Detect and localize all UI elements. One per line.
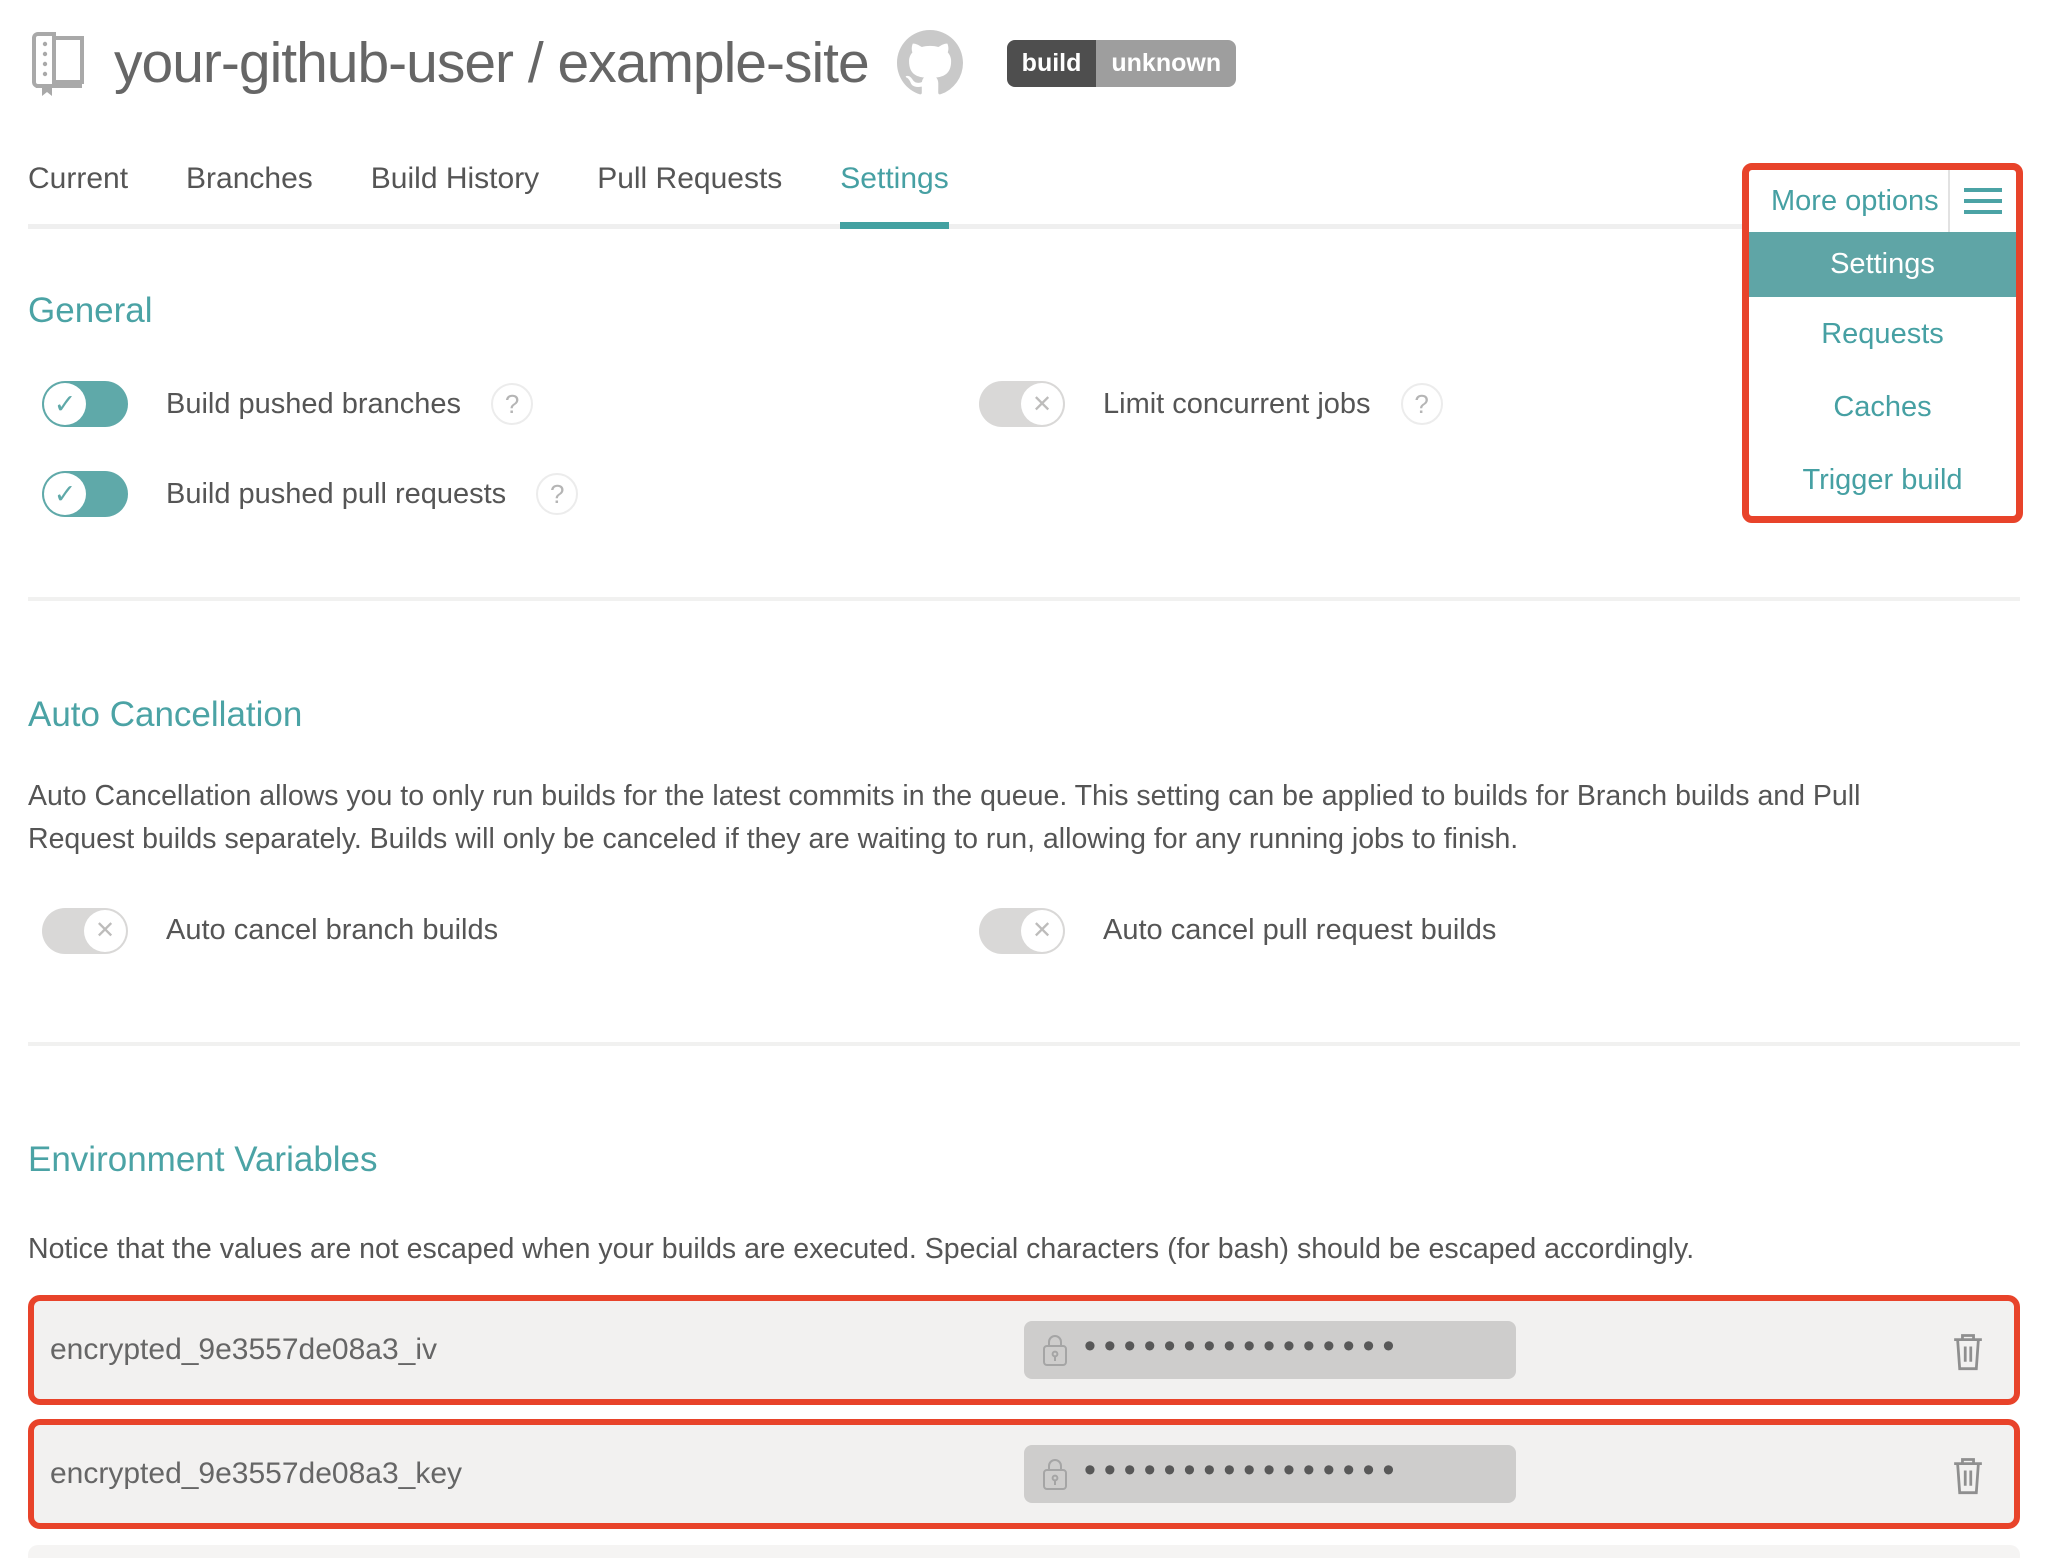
lock-icon [1042,1457,1068,1491]
build-pushed-branches-toggle[interactable]: ✓ [42,381,128,427]
lock-icon [1042,1333,1068,1367]
help-question-icon[interactable]: ? [536,473,578,515]
auto-cancellation-toggle-row: ✕ Auto cancel branch builds ✕ Auto cance… [28,908,2020,954]
env-var-row-iv: encrypted_9e3557de08a3_iv ••••••••••••••… [28,1295,2020,1405]
env-var-name-field[interactable]: encrypted_9e3557de08a3_key [34,1457,1024,1491]
page-title: your-github-user / example-site [114,30,869,96]
toggle-label: Auto cancel pull request builds [1103,914,1496,947]
toggle-x-icon: ✕ [84,910,126,952]
tab-build-history[interactable]: Build History [371,162,539,224]
trash-icon[interactable] [1950,1452,1986,1496]
masked-value: •••••••••••••••• [1084,1451,1402,1490]
auto-cancellation-description: Auto Cancellation allows you to only run… [28,775,1938,862]
env-var-row-key: encrypted_9e3557de08a3_key •••••••••••••… [28,1419,2020,1529]
section-divider [28,597,2020,601]
toggle-label: Build pushed branches [166,388,461,421]
build-pushed-pull-requests-setting: ✓ Build pushed pull requests ? [28,471,965,517]
repo-header: your-github-user / example-site build un… [28,30,2020,96]
repo-tabs: Current Branches Build History Pull Requ… [28,162,2020,229]
environment-variables-section-title: Environment Variables [28,1140,2020,1180]
build-pushed-pull-requests-toggle[interactable]: ✓ [42,471,128,517]
general-section-title: General [28,291,2020,331]
menu-item-trigger-build[interactable]: Trigger build [1749,445,2016,516]
hamburger-menu-icon[interactable] [1948,170,2016,232]
next-env-row-partial [28,1545,2020,1558]
auto-cancel-pull-request-builds-toggle[interactable]: ✕ [979,908,1065,954]
repo-book-icon [32,30,88,96]
environment-variables-notice: Notice that the values are not escaped w… [28,1228,2020,1271]
trash-icon[interactable] [1950,1328,1986,1372]
toggle-x-icon: ✕ [1021,910,1063,952]
section-divider [28,1042,2020,1046]
toggle-check-icon: ✓ [44,383,86,425]
badge-label: build [1007,40,1097,87]
tab-current[interactable]: Current [28,162,128,224]
limit-concurrent-jobs-setting: ✕ Limit concurrent jobs ? [965,381,1443,427]
build-pushed-branches-setting: ✓ Build pushed branches ? [28,381,965,427]
tab-pull-requests[interactable]: Pull Requests [597,162,782,224]
toggle-label: Limit concurrent jobs [1103,388,1371,421]
more-options-dropdown: More options Settings Requests Caches Tr… [1742,163,2023,523]
badge-status: unknown [1096,40,1236,87]
auto-cancel-branch-builds-toggle[interactable]: ✕ [42,908,128,954]
toggle-label: Build pushed pull requests [166,478,506,511]
general-toggle-row-1: ✓ Build pushed branches ? ✕ Limit concur… [28,381,2020,427]
build-status-badge: build unknown [1007,40,1236,87]
more-options-button[interactable]: More options [1749,170,1948,232]
menu-item-settings[interactable]: Settings [1749,232,2016,297]
toggle-label: Auto cancel branch builds [166,914,498,947]
env-var-value-field[interactable]: •••••••••••••••• [1024,1445,1516,1503]
help-question-icon[interactable]: ? [1401,383,1443,425]
toggle-check-icon: ✓ [44,473,86,515]
toggle-x-icon: ✕ [1021,383,1063,425]
menu-item-caches[interactable]: Caches [1749,372,2016,443]
github-logo-icon [897,30,963,96]
tab-settings[interactable]: Settings [840,162,948,229]
tab-branches[interactable]: Branches [186,162,313,224]
menu-item-requests[interactable]: Requests [1749,299,2016,370]
env-var-value-field[interactable]: •••••••••••••••• [1024,1321,1516,1379]
env-var-name-field[interactable]: encrypted_9e3557de08a3_iv [34,1333,1024,1367]
help-question-icon[interactable]: ? [491,383,533,425]
limit-concurrent-jobs-toggle[interactable]: ✕ [979,381,1065,427]
auto-cancel-branch-builds-setting: ✕ Auto cancel branch builds [28,908,965,954]
auto-cancellation-section-title: Auto Cancellation [28,695,2020,735]
settings-page: your-github-user / example-site build un… [0,0,2048,1558]
more-options-header: More options [1749,170,2016,232]
auto-cancel-pull-request-builds-setting: ✕ Auto cancel pull request builds [965,908,1496,954]
masked-value: •••••••••••••••• [1084,1327,1402,1366]
general-toggle-row-2: ✓ Build pushed pull requests ? [28,471,2020,517]
